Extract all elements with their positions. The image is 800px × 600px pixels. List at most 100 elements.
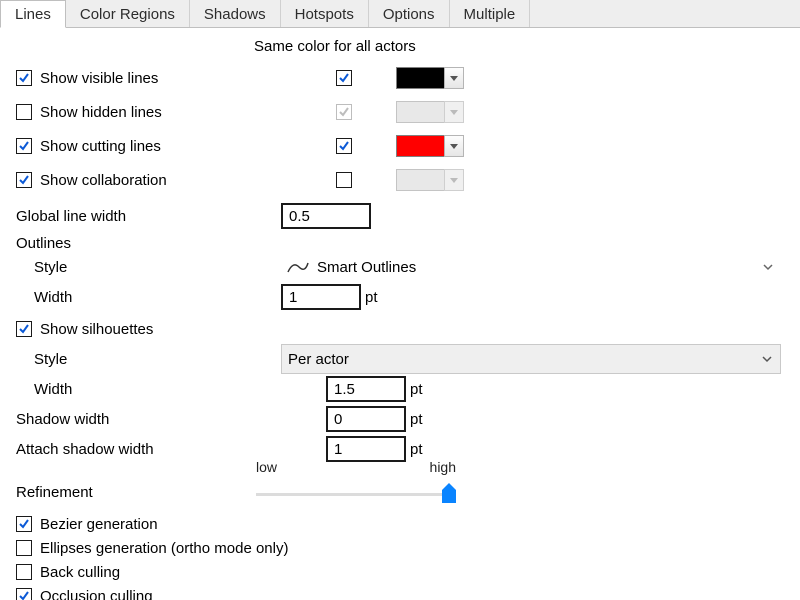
color-preview — [396, 101, 444, 123]
settings-panel: Lines Color Regions Shadows Hotspots Opt… — [0, 0, 800, 600]
checkbox-show-collaboration[interactable] — [16, 172, 32, 188]
color-swatch-hidden — [396, 101, 464, 123]
row-global-line-width: Global line width — [16, 201, 784, 231]
row-show-collaboration: Show collaboration — [16, 163, 784, 197]
tab-panel-lines: Same color for all actors Show visible l… — [0, 28, 800, 600]
tab-hotspots[interactable]: Hotspots — [281, 0, 369, 27]
label-show-hidden: Show hidden lines — [40, 104, 162, 121]
checkbox-show-visible[interactable] — [16, 70, 32, 86]
combo-outlines-style-value: Smart Outlines — [317, 259, 416, 276]
label-attach-shadow-width: Attach shadow width — [16, 441, 326, 458]
unit-shadow-width: pt — [410, 411, 423, 428]
row-occlusion-culling: Occlusion culling — [16, 584, 784, 600]
same-color-header-row: Same color for all actors — [16, 38, 784, 55]
chevron-down-icon — [760, 352, 774, 366]
color-preview — [396, 135, 444, 157]
input-outlines-width[interactable] — [281, 284, 361, 310]
unit-outlines-width: pt — [365, 289, 378, 306]
checkbox-samecolor-cutting[interactable] — [336, 138, 352, 154]
row-show-cutting: Show cutting lines — [16, 129, 784, 163]
color-preview — [396, 67, 444, 89]
checkbox-show-cutting[interactable] — [16, 138, 32, 154]
label-show-cutting: Show cutting lines — [40, 138, 161, 155]
tab-label: Lines — [15, 6, 51, 23]
slider-track — [256, 493, 456, 496]
row-silhouettes-width: Width pt — [16, 374, 784, 404]
color-swatch-collaboration — [396, 169, 464, 191]
row-show-silhouettes: Show silhouettes — [16, 314, 784, 344]
unit-silhouettes-width: pt — [410, 381, 423, 398]
bottom-checkboxes: Bezier generation Ellipses generation (o… — [16, 512, 784, 600]
checkbox-bezier[interactable] — [16, 516, 32, 532]
label-refinement: Refinement — [16, 484, 256, 501]
color-swatch-visible[interactable] — [396, 67, 464, 89]
row-outlines-width: Width pt — [16, 282, 784, 312]
checkbox-occlusion-culling[interactable] — [16, 588, 32, 600]
color-preview — [396, 169, 444, 191]
label-silhouettes-width: Width — [16, 381, 326, 398]
label-ellipses: Ellipses generation (ortho mode only) — [40, 540, 288, 557]
checkbox-show-silhouettes[interactable] — [16, 321, 32, 337]
color-swatch-cutting[interactable] — [396, 135, 464, 157]
tab-label: Shadows — [204, 6, 266, 23]
label-silhouettes-style: Style — [16, 351, 281, 368]
input-shadow-width[interactable] — [326, 406, 406, 432]
tab-color-regions[interactable]: Color Regions — [66, 0, 190, 27]
label-outlines-width: Width — [16, 289, 281, 306]
tab-shadows[interactable]: Shadows — [190, 0, 281, 27]
row-ellipses: Ellipses generation (ortho mode only) — [16, 536, 784, 560]
checkbox-ellipses[interactable] — [16, 540, 32, 556]
row-bezier: Bezier generation — [16, 512, 784, 536]
tab-label: Options — [383, 6, 435, 23]
tab-options[interactable]: Options — [369, 0, 450, 27]
chevron-down-icon — [450, 178, 458, 183]
tab-label: Color Regions — [80, 6, 175, 23]
input-global-line-width[interactable] — [281, 203, 371, 229]
section-title-outlines: Outlines — [16, 235, 784, 252]
row-show-hidden: Show hidden lines — [16, 95, 784, 129]
smart-outlines-icon — [287, 259, 309, 275]
chevron-down-icon — [450, 110, 458, 115]
label-occlusion-culling: Occlusion culling — [40, 588, 153, 600]
row-silhouettes-style: Style Per actor — [16, 344, 784, 374]
tab-lines[interactable]: Lines — [0, 0, 66, 28]
label-global-line-width: Global line width — [16, 208, 281, 225]
checkbox-samecolor-hidden — [336, 104, 352, 120]
row-shadow-width: Shadow width pt — [16, 404, 784, 434]
label-show-silhouettes: Show silhouettes — [40, 321, 153, 338]
slider-low-label: low — [256, 459, 277, 475]
combo-silhouettes-style-value: Per actor — [288, 351, 349, 368]
row-outlines-style: Style Smart Outlines — [16, 252, 784, 282]
row-show-visible: Show visible lines — [16, 61, 784, 95]
row-refinement: Refinement low high — [16, 472, 784, 512]
checkbox-back-culling[interactable] — [16, 564, 32, 580]
slider-high-label: high — [430, 459, 456, 475]
section-outlines: Outlines Style Smart Outlines Width pt — [16, 235, 784, 312]
color-dropdown-button — [444, 101, 464, 123]
combo-outlines-style[interactable]: Smart Outlines — [281, 252, 781, 282]
color-dropdown-button[interactable] — [444, 67, 464, 89]
label-bezier: Bezier generation — [40, 516, 158, 533]
same-color-header: Same color for all actors — [254, 38, 416, 55]
chevron-down-icon — [761, 260, 775, 274]
tab-multiple[interactable]: Multiple — [450, 0, 531, 27]
label-shadow-width: Shadow width — [16, 411, 326, 428]
chevron-down-icon — [450, 144, 458, 149]
slider-thumb[interactable] — [442, 483, 456, 503]
combo-silhouettes-style[interactable]: Per actor — [281, 344, 781, 374]
slider-refinement[interactable]: low high — [256, 477, 456, 507]
checkbox-samecolor-collaboration[interactable] — [336, 172, 352, 188]
checkbox-show-hidden[interactable] — [16, 104, 32, 120]
color-dropdown-button[interactable] — [444, 135, 464, 157]
chevron-down-icon — [450, 76, 458, 81]
unit-attach-shadow-width: pt — [410, 441, 423, 458]
input-silhouettes-width[interactable] — [326, 376, 406, 402]
label-show-collaboration: Show collaboration — [40, 172, 167, 189]
color-dropdown-button — [444, 169, 464, 191]
label-outlines-style: Style — [16, 259, 281, 276]
tabbar: Lines Color Regions Shadows Hotspots Opt… — [0, 0, 800, 28]
checkbox-samecolor-visible[interactable] — [336, 70, 352, 86]
tab-label: Multiple — [464, 6, 516, 23]
label-back-culling: Back culling — [40, 564, 120, 581]
row-back-culling: Back culling — [16, 560, 784, 584]
